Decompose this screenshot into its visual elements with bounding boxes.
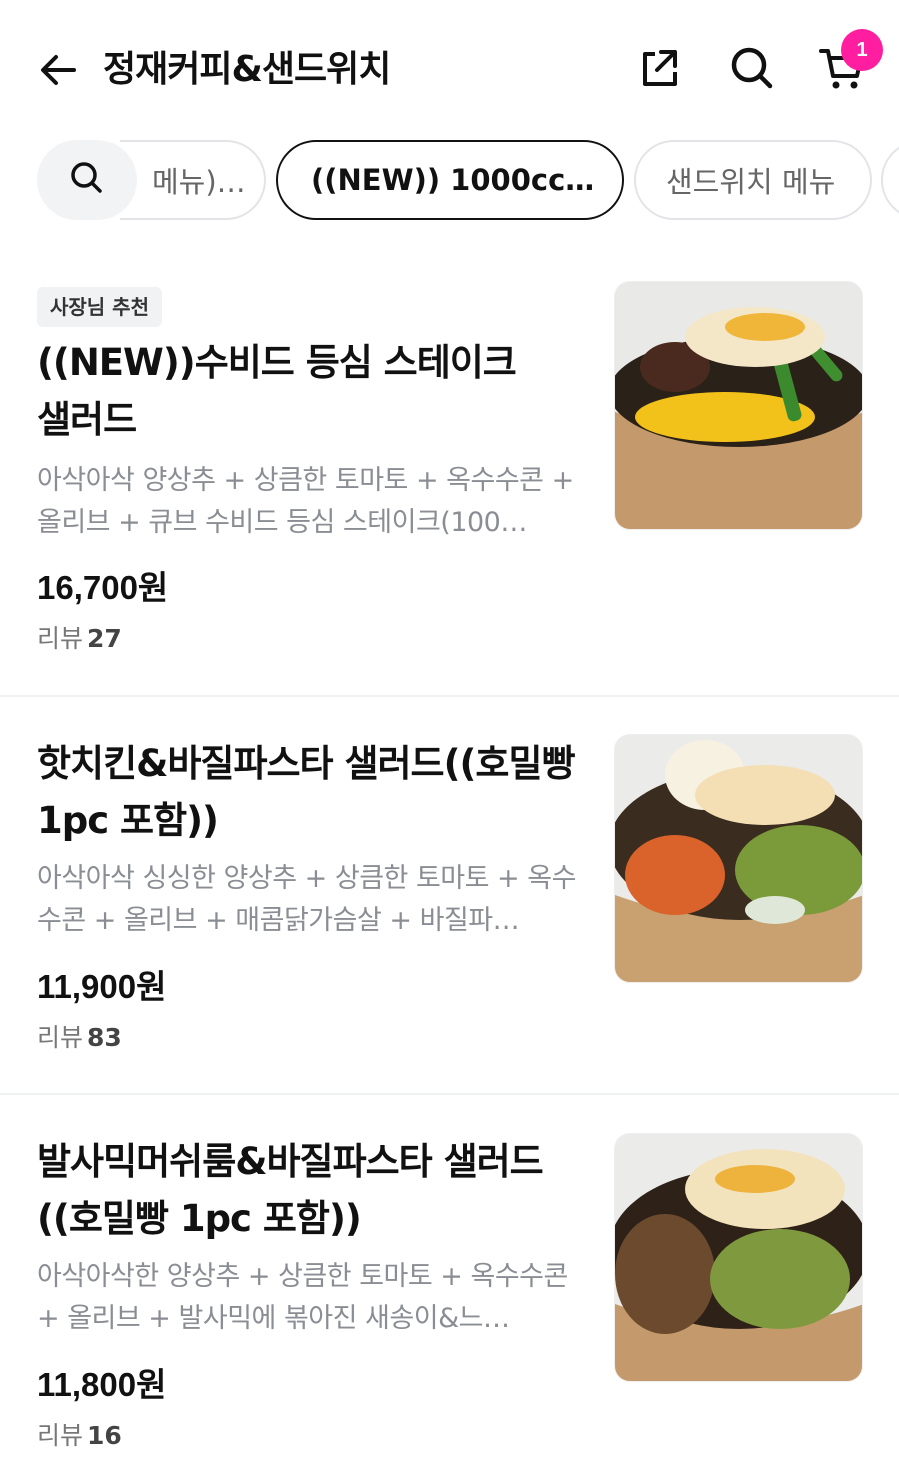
divider bbox=[0, 695, 899, 697]
tab-previous-category[interactable]: 메뉴)… bbox=[120, 140, 266, 220]
review-label: 리뷰 bbox=[37, 1421, 84, 1450]
item-price: 11,900원 bbox=[37, 968, 167, 1005]
share-icon bbox=[637, 46, 681, 94]
review-count: 16 bbox=[87, 1421, 122, 1450]
owner-recommend-badge: 사장님 추천 bbox=[37, 287, 162, 327]
divider bbox=[0, 1093, 899, 1095]
item-photo bbox=[614, 1133, 863, 1382]
search-button[interactable] bbox=[726, 44, 778, 96]
tab-sandwich-menu[interactable]: 샌드위치 메뉴 bbox=[634, 140, 872, 220]
item-description: 아삭아삭한 양상추 + 상큼한 토마토 + 옥수수콘 + 올리브 + 발사믹에 … bbox=[37, 1261, 568, 1334]
review-label: 리뷰 bbox=[37, 624, 84, 653]
category-tab-bar: 메뉴)… ((NEW)) 1000cc… 샌드위치 메뉴 bbox=[0, 138, 899, 222]
item-description: 아삭아삭 싱싱한 양상추 + 상큼한 토마토 + 옥수수콘 + 올리브 + 매콤… bbox=[37, 863, 576, 936]
item-review-count: 리뷰 27 bbox=[37, 621, 122, 657]
item-photo bbox=[614, 281, 863, 530]
tab-active-category[interactable]: ((NEW)) 1000cc… bbox=[276, 140, 624, 220]
arrow-left-icon bbox=[36, 48, 80, 96]
review-count: 27 bbox=[87, 624, 122, 653]
item-name: ((NEW))수비드 등심 스테이크 샐러드 bbox=[37, 341, 517, 441]
item-review-count: 리뷰 16 bbox=[37, 1418, 122, 1454]
cart-count-badge: 1 bbox=[841, 29, 883, 71]
search-icon bbox=[729, 45, 775, 95]
item-photo bbox=[614, 734, 863, 983]
item-name: 발사믹머쉬룸&바질파스타 샐러드((호밀빵 1pc 포함)) bbox=[37, 1140, 544, 1240]
item-review-count: 리뷰 83 bbox=[37, 1020, 122, 1056]
back-button[interactable] bbox=[34, 48, 82, 96]
search-icon bbox=[69, 160, 105, 200]
menu-search-button[interactable] bbox=[37, 140, 137, 220]
item-description: 아삭아삭 양상추 + 상큼한 토마토 + 옥수수콘 + 올리브 + 큐브 수비드… bbox=[37, 465, 574, 538]
store-title: 정재커피&샌드위치 bbox=[103, 49, 391, 90]
top-app-bar: 정재커피&샌드위치 1 bbox=[0, 0, 899, 130]
item-price: 11,800원 bbox=[37, 1366, 167, 1403]
review-count: 83 bbox=[87, 1023, 122, 1052]
tab-more-category[interactable] bbox=[881, 140, 899, 220]
item-name: 핫치킨&바질파스타 샐러드((호밀빵 1pc 포함)) bbox=[37, 742, 576, 842]
item-price: 16,700원 bbox=[37, 569, 169, 606]
review-label: 리뷰 bbox=[37, 1023, 84, 1052]
share-button[interactable] bbox=[633, 44, 685, 96]
